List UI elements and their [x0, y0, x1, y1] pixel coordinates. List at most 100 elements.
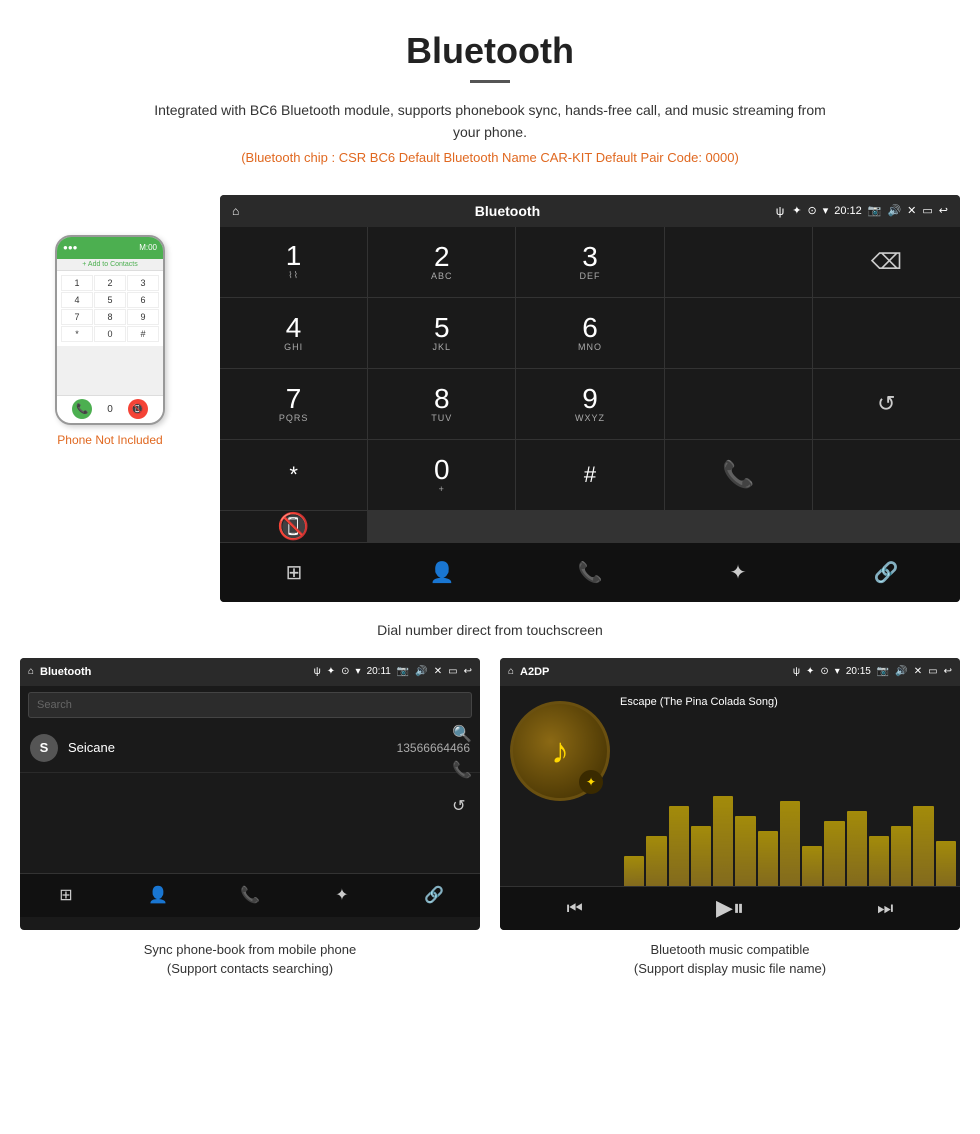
- pb-wrapper: Search S Seicane 13566664466 🔍 📞 ↺: [20, 686, 480, 773]
- music-home-icon[interactable]: ⌂: [508, 666, 514, 677]
- pb-search-icon[interactable]: 🔍: [452, 724, 472, 744]
- phone-key-6[interactable]: 6: [127, 292, 159, 308]
- bt-overlay-icon: ✦: [579, 770, 603, 794]
- key-3[interactable]: 3DEF: [516, 227, 663, 297]
- music-time: 20:15: [846, 666, 871, 677]
- nav-link[interactable]: 🔗: [812, 542, 960, 602]
- phone-end-btn[interactable]: 📵: [128, 399, 148, 419]
- refresh-button[interactable]: ↺: [813, 369, 960, 439]
- call-button[interactable]: 📞: [665, 440, 812, 510]
- pb-search-row: Search: [20, 686, 480, 724]
- cam-icon: 📷: [868, 204, 882, 217]
- key-star[interactable]: *: [220, 440, 367, 510]
- phone-key-9[interactable]: 9: [127, 309, 159, 325]
- bottom-nav: ⊞ 👤 📞 ✦ 🔗: [220, 542, 960, 602]
- eq-bar: [869, 836, 889, 886]
- music-equalizer: [620, 766, 960, 886]
- key-hash[interactable]: #: [516, 440, 663, 510]
- nav-contacts[interactable]: 👤: [368, 542, 516, 602]
- key-1[interactable]: 1⌇⌇: [220, 227, 367, 297]
- page-title: Bluetooth: [20, 30, 960, 72]
- phone-key-3[interactable]: 3: [127, 275, 159, 291]
- phone-call-btn[interactable]: 📞: [72, 399, 92, 419]
- key-7[interactable]: 7PQRS: [220, 369, 367, 439]
- eq-bar: [780, 801, 800, 886]
- phone-key-2[interactable]: 2: [94, 275, 126, 291]
- key-8[interactable]: 8TUV: [368, 369, 515, 439]
- pb-search-box[interactable]: Search: [28, 692, 472, 718]
- phone-key-star[interactable]: *: [61, 326, 93, 342]
- main-content: ●●● M:00 + Add to Contacts 1 2 3 4 5 6 7…: [0, 195, 980, 602]
- phone-key-1[interactable]: 1: [61, 275, 93, 291]
- pb-vol-icon: 🔊: [415, 666, 427, 677]
- phonebook-caption-line1: Sync phone-book from mobile phone: [144, 942, 356, 957]
- pb-x-icon[interactable]: ✕: [434, 666, 442, 677]
- eq-bar: [847, 811, 867, 886]
- close-icon[interactable]: ✕: [907, 204, 916, 217]
- key-4[interactable]: 4GHI: [220, 298, 367, 368]
- prev-button[interactable]: ⏮: [567, 898, 583, 919]
- nav-phone[interactable]: 📞: [516, 542, 664, 602]
- music-song-name: Escape (The Pina Colada Song): [620, 696, 952, 708]
- phone-key-hash[interactable]: #: [127, 326, 159, 342]
- pb-cam-icon: 📷: [397, 666, 409, 677]
- next-button[interactable]: ⏭: [877, 898, 893, 919]
- music-caption-line2: (Support display music file name): [634, 961, 826, 976]
- key-9[interactable]: 9WXYZ: [516, 369, 663, 439]
- pb-nav-link[interactable]: 🔗: [388, 874, 480, 917]
- page-description: Integrated with BC6 Bluetooth module, su…: [140, 99, 840, 144]
- rect-icon[interactable]: ▭: [922, 204, 932, 217]
- phone-key-7[interactable]: 7: [61, 309, 93, 325]
- music-album-art: ♪ ✦: [510, 701, 610, 801]
- pb-contact-row[interactable]: S Seicane 13566664466: [20, 724, 480, 773]
- title-divider: [470, 80, 510, 83]
- backspace-button[interactable]: ⌫: [813, 227, 960, 297]
- pb-nav-phone[interactable]: 📞: [204, 874, 296, 917]
- empty-2a: [665, 298, 812, 368]
- pb-back-icon[interactable]: ↩: [464, 666, 472, 677]
- key-2[interactable]: 2ABC: [368, 227, 515, 297]
- nav-grid[interactable]: ⊞: [220, 542, 368, 602]
- music-x-icon[interactable]: ✕: [914, 666, 922, 677]
- pb-home-icon[interactable]: ⌂: [28, 666, 34, 677]
- eq-bar: [802, 846, 822, 886]
- eq-bar: [936, 841, 956, 886]
- usb-icon: ψ: [776, 204, 785, 218]
- pb-avatar-s: S: [30, 734, 58, 762]
- phone-key-4[interactable]: 4: [61, 292, 93, 308]
- eq-bar: [669, 806, 689, 886]
- back-icon[interactable]: ↩: [939, 204, 948, 217]
- phone-key-5[interactable]: 5: [94, 292, 126, 308]
- phone-key-0[interactable]: 0: [94, 326, 126, 342]
- eq-bar: [624, 856, 644, 886]
- key-5[interactable]: 5JKL: [368, 298, 515, 368]
- wifi-icon: ▾: [823, 204, 829, 217]
- music-main: ♪ ✦ Escape (The Pina Colada Song): [500, 686, 960, 886]
- phone-signal: ●●●: [63, 243, 78, 252]
- pb-contact-name: Seicane: [68, 740, 387, 755]
- end-call-button[interactable]: 📵: [220, 511, 367, 542]
- pb-status-bar: ⌂ Bluetooth ψ ✦ ⊙ ▾ 20:11 📷 🔊 ✕ ▭ ↩: [20, 658, 480, 686]
- pb-usb-icon: ψ: [314, 666, 321, 677]
- key-0[interactable]: 0+: [368, 440, 515, 510]
- pb-refresh-icon[interactable]: ↺: [452, 796, 472, 816]
- pb-call-icon[interactable]: 📞: [452, 760, 472, 780]
- eq-bar: [913, 806, 933, 886]
- music-rect-icon[interactable]: ▭: [928, 666, 937, 677]
- play-pause-button[interactable]: ▶⏸: [716, 895, 744, 921]
- pb-nav-grid[interactable]: ⊞: [20, 874, 112, 917]
- phonebook-block: ⌂ Bluetooth ψ ✦ ⊙ ▾ 20:11 📷 🔊 ✕ ▭ ↩ Sear…: [20, 658, 480, 979]
- eq-bar: [691, 826, 711, 886]
- music-back-icon[interactable]: ↩: [944, 666, 952, 677]
- pb-nav-contacts[interactable]: 👤: [112, 874, 204, 917]
- phone-key-8[interactable]: 8: [94, 309, 126, 325]
- pb-rect-icon[interactable]: ▭: [448, 666, 457, 677]
- key-6[interactable]: 6MNO: [516, 298, 663, 368]
- eq-bar: [824, 821, 844, 886]
- pb-nav-bluetooth[interactable]: ✦: [296, 874, 388, 917]
- phonebook-screen: ⌂ Bluetooth ψ ✦ ⊙ ▾ 20:11 📷 🔊 ✕ ▭ ↩ Sear…: [20, 658, 480, 930]
- home-icon[interactable]: ⌂: [232, 204, 239, 218]
- time-label: 20:12: [834, 205, 862, 217]
- bottom-screenshots: ⌂ Bluetooth ψ ✦ ⊙ ▾ 20:11 📷 🔊 ✕ ▭ ↩ Sear…: [0, 658, 980, 979]
- nav-bluetooth[interactable]: ✦: [664, 542, 812, 602]
